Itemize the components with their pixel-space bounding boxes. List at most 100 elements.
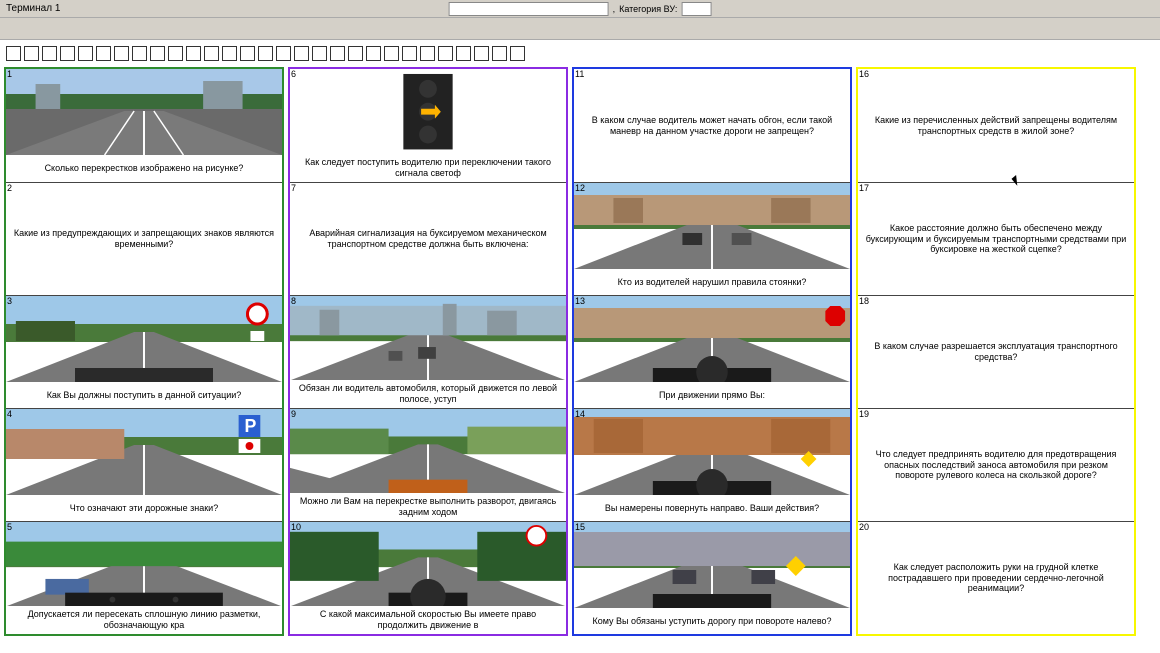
progress-box[interactable] [348,46,363,61]
question-cell[interactable]: 20Как следует расположить руки на грудно… [858,521,1134,634]
question-number: 8 [291,296,296,306]
question-text: В каком случае водитель может начать обг… [574,69,850,182]
progress-box[interactable] [330,46,345,61]
progress-box[interactable] [168,46,183,61]
question-image [6,69,282,155]
question-text: Обязан ли водитель автомобиля, который д… [290,380,566,408]
progress-box[interactable] [24,46,39,61]
input-main[interactable] [449,2,609,16]
progress-box[interactable] [114,46,129,61]
question-number: 4 [7,409,12,419]
sub-bar [0,18,1160,40]
question-number: 13 [575,296,585,306]
progress-box[interactable] [492,46,507,61]
question-number: 2 [7,183,12,193]
question-text: Сколько перекрестков изображено на рисун… [6,155,282,182]
question-cell[interactable]: 18В каком случае разрешается эксплуатаци… [858,295,1134,408]
question-text: Вы намерены повернуть направо. Ваши дейс… [574,495,850,521]
question-number: 9 [291,409,296,419]
question-column: 11В каком случае водитель может начать о… [572,67,852,636]
progress-box[interactable] [42,46,57,61]
question-cell[interactable]: 10С какой максимальной скоростью Вы имее… [290,521,566,634]
progress-box[interactable] [276,46,291,61]
progress-box[interactable] [384,46,399,61]
question-number: 17 [859,183,869,193]
question-image [574,409,850,495]
question-image [290,296,566,380]
question-number: 18 [859,296,869,306]
progress-box[interactable] [510,46,525,61]
progress-box[interactable] [78,46,93,61]
progress-box[interactable] [366,46,381,61]
question-text: При движении прямо Вы: [574,382,850,408]
question-text: Аварийная сигнализация на буксируемом ме… [290,183,566,295]
question-image: P [6,409,282,495]
question-number: 5 [7,522,12,532]
question-number: 11 [575,69,584,79]
question-text: Можно ли Вам на перекрестке выполнить ра… [290,493,566,521]
question-cell[interactable]: 12 Кто из водителей нарушил правила стоян… [574,182,850,295]
progress-box[interactable] [420,46,435,61]
question-text: Что означают эти дорожные знаки? [6,495,282,521]
progress-box[interactable] [456,46,471,61]
progress-box[interactable] [402,46,417,61]
progress-boxes [0,40,1160,67]
input-category[interactable] [681,2,711,16]
progress-box[interactable] [204,46,219,61]
question-cell[interactable]: 15Кому Вы обязаны уступить дорогу при по… [574,521,850,634]
progress-box[interactable] [222,46,237,61]
question-cell[interactable]: 3 Как Вы должны поступить в данной ситуац… [6,295,282,408]
progress-box[interactable] [294,46,309,61]
question-image [574,522,850,608]
question-number: 1 [7,69,12,79]
question-cell[interactable]: 6Как следует поступить водителю при пере… [290,69,566,182]
progress-box[interactable] [474,46,489,61]
progress-box[interactable] [186,46,201,61]
progress-box[interactable] [150,46,165,61]
question-number: 16 [859,69,869,79]
header-bar: Терминал 1 , Категория ВУ: [0,0,1160,18]
question-cell[interactable]: 16Какие из перечисленных действий запрещ… [858,69,1134,182]
question-column: 1 Сколько перекрестков изображено на рису… [4,67,284,636]
question-cell[interactable]: 7Аварийная сигнализация на буксируемом м… [290,182,566,295]
question-cell[interactable]: 9 Можно ли Вам на перекрестке выполнить р… [290,408,566,521]
question-cell[interactable]: 2Какие из предупреждающих и запрещающих … [6,182,282,295]
question-image [574,183,850,269]
question-cell[interactable]: 5Допускается ли пересекать сплошную лини… [6,521,282,634]
question-image [290,69,566,154]
question-number: 14 [575,409,585,419]
question-text: Как Вы должны поступить в данной ситуаци… [6,382,282,408]
progress-box[interactable] [438,46,453,61]
progress-box[interactable] [240,46,255,61]
category-label: Категория ВУ: [619,4,677,14]
question-number: 12 [575,183,585,193]
question-image [290,522,566,606]
question-image [6,522,282,606]
question-cell[interactable]: 14 Вы намерены повернуть направо. Ваши де… [574,408,850,521]
question-image [574,296,850,382]
question-cell[interactable]: 8 Обязан ли водитель автомобиля, который … [290,295,566,408]
question-cell[interactable]: 11В каком случае водитель может начать о… [574,69,850,182]
question-number: 3 [7,296,12,306]
question-cell[interactable]: 17Какое расстояние должно быть обеспечен… [858,182,1134,295]
question-text: Как следует расположить руки на грудной … [858,522,1134,634]
question-text: Кто из водителей нарушил правила стоянки… [574,269,850,295]
question-text: Какие из предупреждающих и запрещающих з… [6,183,282,295]
progress-box[interactable] [312,46,327,61]
question-cell[interactable]: 13 При движении прямо Вы: [574,295,850,408]
question-text: С какой максимальной скоростью Вы имеете… [290,606,566,634]
question-cell[interactable]: 19Что следует предпринять водителю для п… [858,408,1134,521]
progress-box[interactable] [60,46,75,61]
progress-box[interactable] [96,46,111,61]
progress-box[interactable] [258,46,273,61]
question-number: 19 [859,409,869,419]
question-number: 7 [291,183,296,193]
question-text: В каком случае разрешается эксплуатация … [858,296,1134,408]
question-cell[interactable]: 4 P Что означают эти дорожные знаки? [6,408,282,521]
question-cell[interactable]: 1 Сколько перекрестков изображено на рису… [6,69,282,182]
svg-text:P: P [245,416,257,436]
question-column: 16Какие из перечисленных действий запрещ… [856,67,1136,636]
progress-box[interactable] [6,46,21,61]
question-text: Кому Вы обязаны уступить дорогу при пово… [574,608,850,634]
progress-box[interactable] [132,46,147,61]
